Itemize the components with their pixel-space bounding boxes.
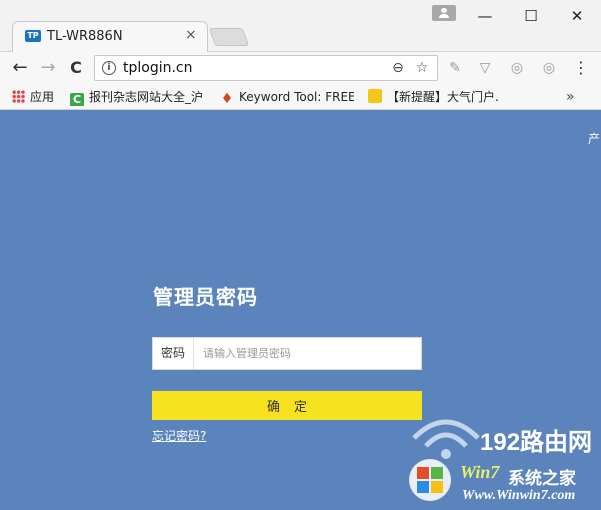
tab-close-icon[interactable]: × — [185, 27, 197, 43]
browser-tab[interactable]: TP TL-WR886N × — [12, 21, 208, 52]
bookmark-apps[interactable]: 应用 — [12, 88, 54, 106]
password-label: 密码 — [153, 338, 194, 369]
bookmarks-bar: 应用 C 报刊杂志网站大全_沪 ♦ Keyword Tool: FREE 【新提醒】… — [0, 84, 601, 110]
zoom-icon[interactable]: ⊖ — [389, 59, 407, 77]
router-login-page: 产 管理员密码 密码 确定 忘记密码? 192路由网 Win7 系统之家 Www… — [0, 110, 601, 510]
url-text[interactable]: tplogin.cn — [123, 60, 193, 76]
page-title: 管理员密码 — [153, 285, 258, 309]
windows-logo-icon — [409, 459, 451, 501]
info-icon[interactable]: i — [102, 61, 116, 75]
fire-icon: ♦ — [220, 91, 234, 106]
bookmark-item[interactable]: 【新提醒】大气门户. — [368, 88, 504, 106]
back-button[interactable]: ← — [8, 56, 32, 80]
address-bar[interactable]: i tplogin.cn ⊖ ☆ — [94, 55, 438, 81]
forward-button[interactable]: → — [36, 56, 60, 80]
watermark-url: Www.Winwin7.com — [462, 488, 576, 503]
extension-icon[interactable]: ◎ — [540, 59, 558, 77]
password-field-group: 密码 — [152, 337, 422, 370]
green-c-icon: C — [70, 93, 84, 106]
bookmarks-more-chevron-icon[interactable]: » — [566, 88, 575, 106]
browser-titlebar: TP TL-WR886N × — ☐ ✕ — [0, 0, 601, 52]
forgot-password-link[interactable]: 忘记密码? — [152, 427, 206, 444]
close-window-button[interactable]: ✕ — [562, 4, 592, 28]
bookmark-item[interactable]: ♦ Keyword Tool: FREE — [220, 88, 354, 106]
tab-title: TL-WR886N — [47, 29, 123, 44]
watermark-192-text: 192路由网 — [480, 429, 593, 456]
confirm-button[interactable]: 确定 — [152, 391, 422, 420]
bookmark-item[interactable]: C 报刊杂志网站大全_沪 — [70, 88, 208, 106]
new-tab-button[interactable] — [208, 28, 250, 46]
watermark-win7-brand: Win7 — [460, 462, 500, 482]
shield-icon[interactable]: ▽ — [476, 59, 494, 77]
minimize-button[interactable]: — — [470, 4, 500, 28]
yellow-badge-icon — [368, 89, 382, 103]
password-input[interactable] — [195, 338, 421, 369]
tp-link-favicon-icon: TP — [25, 30, 41, 42]
language-link[interactable]: 产 — [588, 130, 600, 147]
browser-toolbar: ← → C i tplogin.cn ⊖ ☆ ✎ ▽ ◎ ◎ ⋮ — [0, 52, 601, 84]
profile-icon[interactable] — [432, 5, 456, 21]
reload-button[interactable]: C — [64, 56, 88, 80]
watermark-site-name: 系统之家 — [508, 469, 576, 489]
extension-icon[interactable]: ◎ — [508, 59, 526, 77]
apps-grid-icon — [12, 90, 25, 103]
menu-icon[interactable]: ⋮ — [572, 59, 590, 77]
bookmark-star-icon[interactable]: ☆ — [413, 59, 431, 77]
maximize-button[interactable]: ☐ — [516, 4, 546, 28]
extension-icon[interactable]: ✎ — [446, 59, 464, 77]
